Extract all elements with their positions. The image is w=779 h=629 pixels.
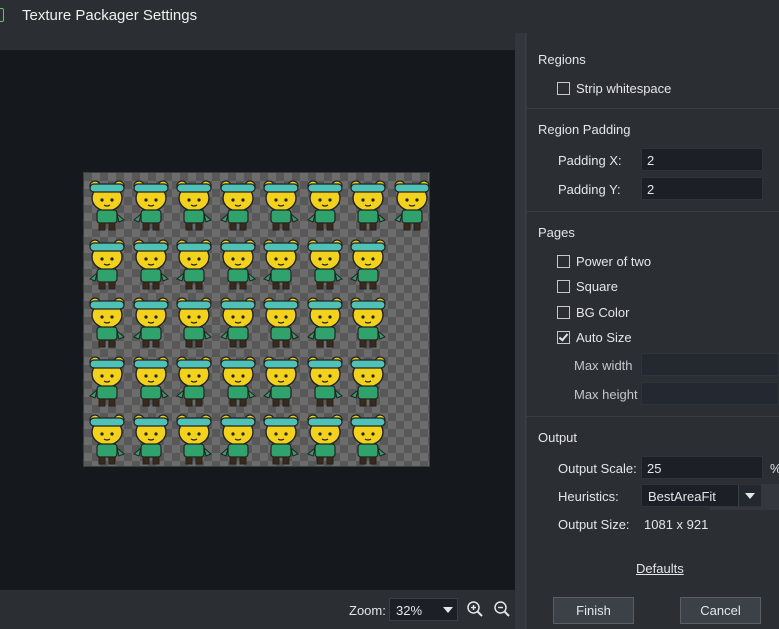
sprite-frame: [306, 180, 343, 231]
heuristics-label: Heuristics:: [558, 489, 619, 504]
zoom-out-icon[interactable]: [493, 600, 511, 618]
sprite-frame: [306, 297, 343, 348]
sprite-frame: [89, 180, 125, 231]
sprite-frame: [176, 297, 212, 348]
heuristics-value: BestAreaFit: [648, 489, 716, 504]
divider: [527, 211, 779, 212]
section-output-heading: Output: [538, 430, 578, 445]
sprite-frame: [350, 297, 386, 348]
checkbox-box[interactable]: [557, 331, 570, 344]
sprite-frame: [176, 180, 212, 231]
max-width-label: Max width: [574, 358, 633, 373]
heuristics-dropdown-button[interactable]: [738, 485, 761, 506]
sprite-frame: [89, 355, 125, 406]
bg-color-label: BG Color: [576, 305, 630, 320]
output-size-value: 1081 x 921: [644, 517, 709, 532]
sprite-frame: [132, 355, 169, 406]
sprite-frame: [219, 355, 256, 406]
padding-x-label: Padding X:: [558, 153, 622, 168]
checkbox-box[interactable]: [557, 280, 570, 293]
zoom-in-icon[interactable]: [466, 600, 484, 618]
chevron-down-icon: [443, 607, 453, 613]
sprite-frame: [350, 238, 386, 289]
padding-x-input[interactable]: 2: [641, 148, 763, 171]
max-width-input[interactable]: [641, 353, 779, 376]
checkmark-icon: [558, 331, 569, 342]
defaults-link[interactable]: Defaults: [636, 561, 684, 576]
sprite-frame: [263, 238, 299, 289]
zoom-label: Zoom:: [349, 603, 386, 618]
title-bar: Texture Packager Settings: [0, 0, 779, 33]
sprite-frame: [219, 180, 256, 231]
checkbox-box[interactable]: [557, 255, 570, 268]
sprite-frame: [132, 414, 169, 465]
texture-preview[interactable]: [0, 50, 515, 590]
section-pages-heading: Pages: [538, 225, 575, 240]
output-size-label: Output Size:: [558, 517, 630, 532]
auto-size-label: Auto Size: [576, 330, 632, 345]
sprite-frame: [176, 238, 212, 289]
power-of-two-label: Power of two: [576, 254, 652, 269]
panel-splitter[interactable]: [515, 33, 527, 629]
square-label: Square: [576, 279, 618, 294]
sprite-frame: [89, 414, 125, 465]
strip-whitespace-label: Strip whitespace: [576, 81, 672, 96]
sprite-frame: [306, 355, 343, 406]
sprite-frame: [263, 355, 299, 406]
zoom-dropdown[interactable]: 32%: [389, 598, 458, 621]
sprite-sheet-image: [83, 172, 430, 467]
checkbox-box[interactable]: [557, 82, 570, 95]
window-icon: [0, 8, 4, 22]
output-scale-suffix: %: [770, 461, 779, 476]
padding-y-input[interactable]: 2: [641, 177, 763, 200]
sprite-frame: [132, 180, 169, 231]
sprite-frame: [176, 414, 212, 465]
sprite-frame: [350, 414, 386, 465]
sprite-frame: [393, 180, 430, 231]
settings-panel: Regions Strip whitespace Region Padding …: [527, 33, 779, 629]
divider: [527, 108, 779, 109]
sprite-frame: [306, 238, 343, 289]
max-height-input[interactable]: [641, 382, 779, 405]
sprite-frame: [132, 238, 169, 289]
section-region-padding-heading: Region Padding: [538, 122, 631, 137]
output-scale-input[interactable]: 25: [641, 456, 763, 479]
sprite-frame: [219, 414, 256, 465]
heuristics-dropdown[interactable]: BestAreaFit: [641, 484, 761, 507]
section-regions-heading: Regions: [538, 52, 586, 67]
output-scale-label: Output Scale:: [558, 461, 637, 476]
sprite-frame: [306, 414, 343, 465]
sprite-frame: [89, 238, 125, 289]
checkbox-box[interactable]: [557, 306, 570, 319]
max-height-label: Max height: [574, 387, 638, 402]
cancel-button[interactable]: Cancel: [680, 597, 761, 624]
sprite-frame: [263, 180, 299, 231]
sprite-frame: [219, 297, 256, 348]
zoom-value: 32%: [396, 603, 423, 618]
padding-y-label: Padding Y:: [558, 182, 621, 197]
sprite-frame: [89, 297, 125, 348]
chevron-down-icon: [745, 493, 755, 499]
divider: [527, 416, 779, 417]
zoom-bar: Zoom: 32%: [0, 590, 515, 629]
finish-button[interactable]: Finish: [553, 597, 634, 624]
sprite-frame: [350, 180, 386, 231]
window-title: Texture Packager Settings: [22, 7, 198, 24]
sprite-frame: [219, 238, 256, 289]
sprite-frame: [350, 355, 386, 406]
sprite-frame: [263, 297, 299, 348]
sprite-frame: [263, 414, 299, 465]
sprite-frame: [132, 297, 169, 348]
sprite-frame: [176, 355, 212, 406]
